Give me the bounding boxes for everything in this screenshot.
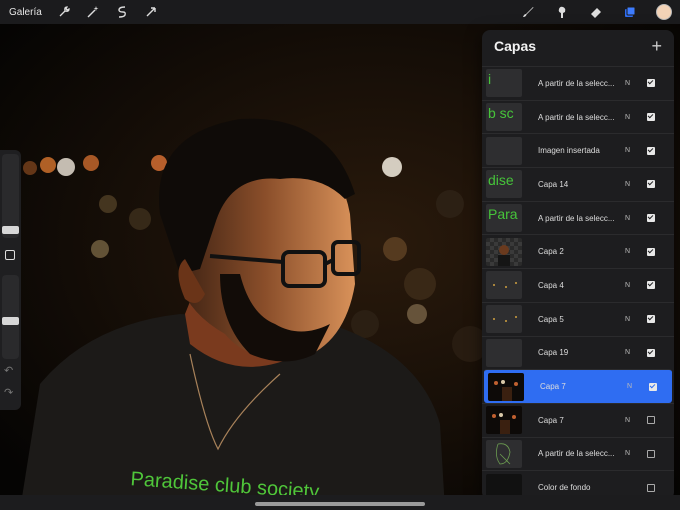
layer-thumbnail: Para <box>486 204 522 233</box>
blend-mode-button[interactable]: N <box>625 114 637 121</box>
visibility-checkbox[interactable] <box>647 315 655 324</box>
opacity-handle[interactable] <box>2 317 19 325</box>
layer-row[interactable]: Imagen insertada N <box>482 133 674 167</box>
layers-icon[interactable] <box>622 4 638 20</box>
undo-icon[interactable]: ↶ <box>4 364 13 377</box>
layer-name: Capa 7 <box>538 415 564 425</box>
color-picker[interactable] <box>656 4 672 20</box>
layer-row[interactable]: dise Capa 14 N <box>482 167 674 201</box>
layer-thumbnail-text: i <box>488 71 492 88</box>
transform-icon[interactable] <box>143 4 159 20</box>
add-layer-button[interactable]: + <box>651 37 662 55</box>
blend-mode-button[interactable]: N <box>625 316 637 323</box>
blend-mode-button[interactable]: N <box>625 181 637 188</box>
visibility-checkbox[interactable] <box>647 113 655 122</box>
layer-thumbnail: b sc <box>486 103 522 132</box>
brush-size-handle[interactable] <box>2 226 19 234</box>
smudge-icon[interactable] <box>554 4 570 20</box>
layer-row[interactable]: Capa 4 N <box>482 268 674 302</box>
layer-thumbnail-text: Para <box>488 206 518 223</box>
layer-thumbnail <box>486 237 522 266</box>
layers-panel-header: Capas + <box>482 30 674 62</box>
layer-row[interactable]: b sc A partir de la selecc... N <box>482 99 674 134</box>
layer-name: Capa 19 <box>538 348 569 358</box>
blend-mode-button[interactable]: N <box>625 282 637 289</box>
layer-name: Capa 4 <box>538 280 564 290</box>
procreate-app: Paradise club society Galería ↶ ↷ Capas … <box>0 0 680 510</box>
layer-row[interactable]: Capa 7 N <box>482 402 674 437</box>
layer-thumbnail: dise <box>486 170 522 199</box>
selection-icon[interactable] <box>114 4 130 20</box>
visibility-checkbox[interactable] <box>647 180 655 189</box>
layers-panel: Capas + i A partir de la selecc... Nb sc A … <box>482 30 674 500</box>
layer-thumbnail <box>486 439 522 468</box>
layer-thumbnail-text: dise <box>488 172 514 189</box>
visibility-checkbox[interactable] <box>647 247 655 256</box>
layer-row[interactable]: Capa 5 N <box>482 301 674 336</box>
blend-mode-button[interactable]: N <box>625 349 637 356</box>
blend-mode-button[interactable]: N <box>627 383 639 390</box>
layer-thumbnail: i <box>486 69 522 98</box>
panel-title: Capas <box>494 38 537 54</box>
layer-name: A partir de la selecc... <box>538 78 615 88</box>
visibility-checkbox[interactable] <box>647 348 655 357</box>
visibility-checkbox[interactable] <box>647 449 655 458</box>
modify-button[interactable] <box>5 250 15 260</box>
layer-row[interactable]: Capa 2 N <box>482 234 674 268</box>
wrench-icon[interactable] <box>56 4 72 20</box>
layer-name: Capa 5 <box>538 314 564 324</box>
right-tools <box>520 0 680 24</box>
left-sidebar: ↶ ↷ <box>0 150 21 410</box>
layer-name: Capa 7 <box>540 382 566 392</box>
layer-name: Color de fondo <box>538 483 591 493</box>
layer-thumbnail-text: b sc <box>488 105 514 122</box>
layer-row[interactable]: A partir de la selecc... N <box>482 436 674 471</box>
magic-wand-icon[interactable] <box>85 4 101 20</box>
blend-mode-button[interactable]: N <box>625 450 637 457</box>
blend-mode-button[interactable]: N <box>625 215 637 222</box>
layer-name: A partir de la selecc... <box>538 213 615 223</box>
eraser-icon[interactable] <box>588 4 604 20</box>
layer-name: A partir de la selecc... <box>538 112 615 122</box>
visibility-checkbox[interactable] <box>647 416 655 425</box>
visibility-checkbox[interactable] <box>647 79 655 88</box>
gallery-button[interactable]: Galería <box>9 7 42 18</box>
layer-thumbnail <box>486 136 522 165</box>
home-indicator[interactable] <box>255 502 425 506</box>
top-toolbar: Galería <box>0 0 680 24</box>
visibility-checkbox[interactable] <box>649 382 657 391</box>
layer-name: Capa 2 <box>538 247 564 257</box>
brush-icon[interactable] <box>520 4 536 20</box>
layer-thumbnail <box>486 406 522 435</box>
layer-name: Capa 14 <box>538 179 569 189</box>
layer-thumbnail <box>486 271 522 300</box>
visibility-checkbox[interactable] <box>647 146 655 155</box>
layer-thumbnail <box>488 372 524 401</box>
redo-icon[interactable]: ↷ <box>4 386 13 399</box>
layer-name: A partir de la selecc... <box>538 449 615 459</box>
layers-list: i A partir de la selecc... Nb sc A partir d… <box>482 66 674 500</box>
visibility-checkbox[interactable] <box>647 214 655 223</box>
visibility-checkbox[interactable] <box>647 281 655 290</box>
layer-thumbnail <box>486 305 522 334</box>
layer-row[interactable]: Capa 19 N <box>482 335 674 370</box>
layer-row[interactable]: Para A partir de la selecc... N <box>482 200 674 235</box>
blend-mode-button[interactable]: N <box>625 248 637 255</box>
layer-thumbnail <box>486 338 522 367</box>
blend-mode-button[interactable]: N <box>625 147 637 154</box>
visibility-checkbox[interactable] <box>647 483 655 492</box>
blend-mode-button[interactable]: N <box>625 80 637 87</box>
layer-row[interactable]: Capa 7 N <box>484 369 672 403</box>
layer-name: Imagen insertada <box>538 146 600 156</box>
layer-row[interactable]: i A partir de la selecc... N <box>482 66 674 100</box>
blend-mode-button[interactable]: N <box>625 417 637 424</box>
